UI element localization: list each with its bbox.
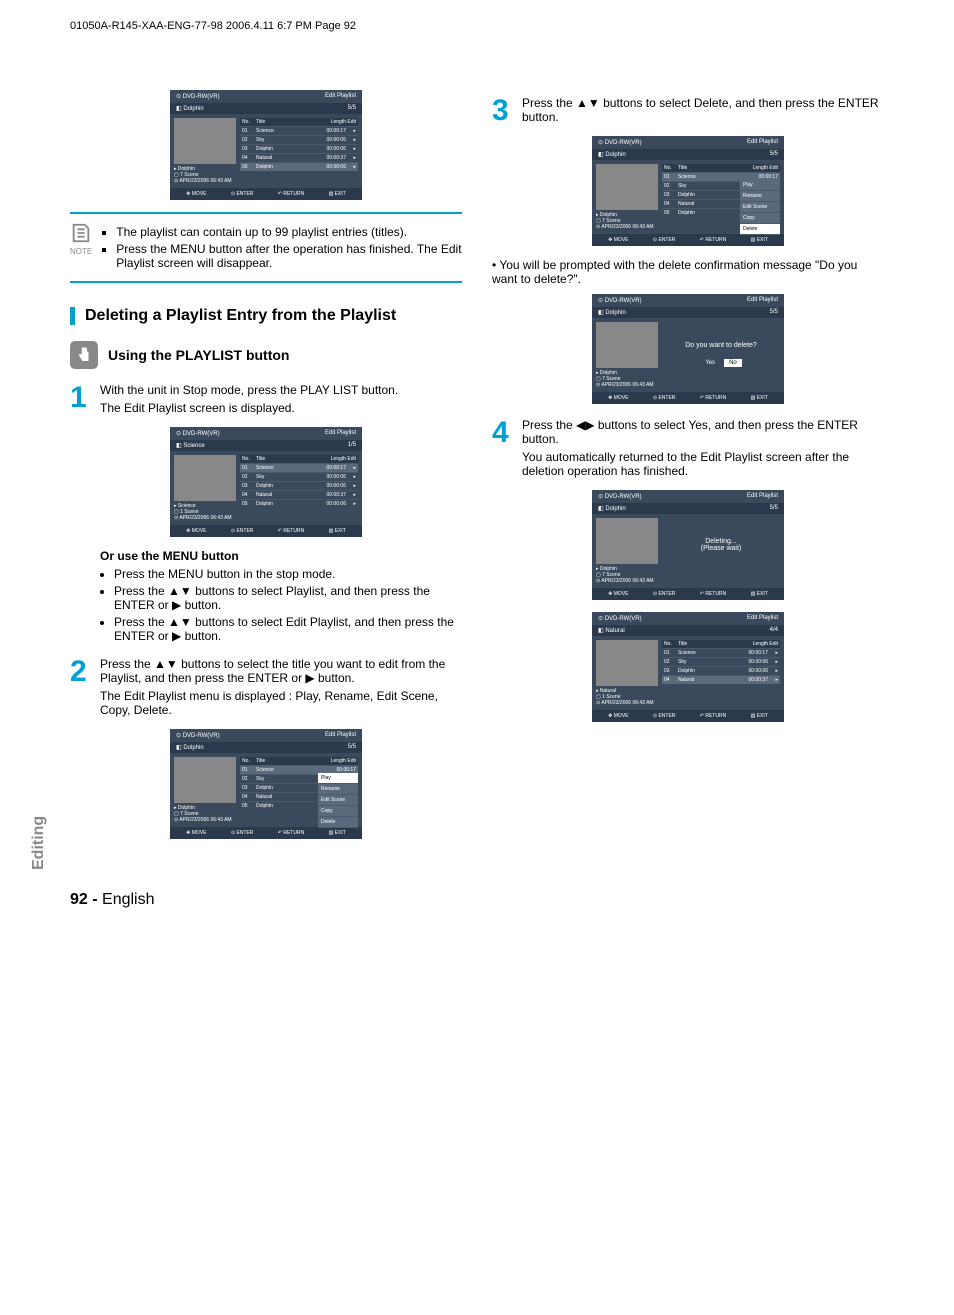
context-menu: Play RenameEdit SceneCopyDelete: [318, 773, 358, 828]
step-text: Press the ▲▼ buttons to select the title…: [100, 657, 462, 721]
note-block: NOTE The playlist can contain up to 99 p…: [70, 212, 462, 283]
step-text: Press the ▲▼ buttons to select Delete, a…: [522, 96, 884, 128]
print-header: 01050A-R145-XAA-ENG-77-98 2006.4.11 6:7 …: [70, 20, 884, 32]
note-item: The playlist can contain up to 99 playli…: [116, 225, 462, 239]
osd-screenshot-confirm: ⊙ DVD-RW(VR)Edit Playlist ◧ Dolphin5/5 ▸…: [592, 294, 784, 404]
delete-prompt-text: • You will be prompted with the delete c…: [492, 258, 884, 286]
note-icon: NOTE: [70, 222, 92, 256]
menu-step: Press the MENU button in the stop mode.: [114, 567, 462, 581]
step-number: 1: [70, 383, 100, 419]
osd-screenshot-natural: ⊙ DVD-RW(VR)Edit Playlist ◧ Natural4/4 ▸…: [592, 612, 784, 722]
osd-screenshot-deleting: ⊙ DVD-RW(VR)Edit Playlist ◧ Dolphin5/5 ▸…: [592, 490, 784, 600]
step-number: 2: [70, 657, 100, 721]
step-number: 3: [492, 96, 522, 128]
hand-icon: [70, 341, 98, 369]
step-text: With the unit in Stop mode, press the PL…: [100, 383, 462, 419]
osd-screenshot-dolphin-top: ⊙ DVD-RW(VR)Edit Playlist ◧ Dolphin5/5 ▸…: [170, 90, 362, 200]
page-footer: 92 - English: [70, 891, 884, 909]
or-menu-heading: Or use the MENU button: [100, 549, 462, 563]
subsection-heading: Using the PLAYLIST button: [108, 347, 289, 363]
step-number: 4: [492, 418, 522, 482]
step-text: Press the ◀▶ buttons to select Yes, and …: [522, 418, 884, 482]
osd-screenshot-science: ⊙ DVD-RW(VR)Edit Playlist ◧ Science1/5 ▸…: [170, 427, 362, 537]
menu-step: Press the ▲▼ buttons to select Edit Play…: [114, 615, 462, 643]
note-item: Press the MENU button after the operatio…: [116, 242, 462, 270]
yes-button: Yes: [700, 359, 720, 367]
no-button: No: [724, 359, 742, 367]
osd-screenshot-dolphin-popup: ⊙ DVD-RW(VR)Edit Playlist ◧ Dolphin5/5 ▸…: [170, 729, 362, 839]
side-tab-label: Editing: [30, 816, 48, 870]
context-menu: PlayRenameEdit SceneCopy Delete: [740, 180, 780, 235]
section-heading: Deleting a Playlist Entry from the Playl…: [70, 307, 462, 325]
osd-screenshot-delete-selected: ⊙ DVD-RW(VR)Edit Playlist ◧ Dolphin5/5 ▸…: [592, 136, 784, 246]
menu-step: Press the ▲▼ buttons to select Playlist,…: [114, 584, 462, 612]
